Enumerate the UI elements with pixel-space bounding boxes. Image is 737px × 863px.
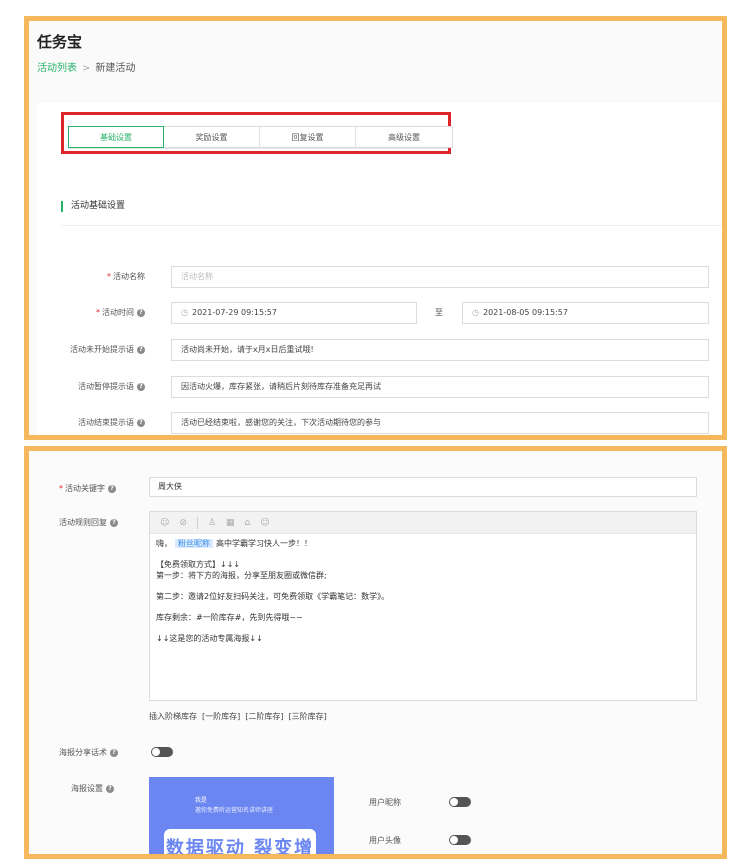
help-icon[interactable]: ? bbox=[137, 308, 145, 317]
activity-name-input[interactable]: 活动名称 bbox=[171, 266, 709, 288]
editor-toolbar: ☺ ⊘ ♙ ▦ ⌂ ☺ bbox=[150, 512, 696, 534]
clock-icon: ◷ bbox=[472, 308, 479, 317]
keyword-label: * 活动关键字? bbox=[59, 483, 116, 494]
keyword-label-text: 活动关键字 bbox=[65, 484, 105, 493]
form-row-ended: 活动结束提示语? 活动已经结束啦，感谢您的关注，下次活动期待您的参与 bbox=[37, 412, 722, 434]
section-title: 活动基础设置 bbox=[61, 201, 125, 212]
bottom-screenshot-panel: * 活动关键字? 周大侠 活动规则回复? ☺ ⊘ ♙ ▦ ⌂ ☺ 嗨， 粉丝昵称 高中… bbox=[24, 446, 727, 859]
start-time-input[interactable]: ◷ 2021-07-29 09:15:57 bbox=[171, 302, 417, 324]
top-screenshot-panel: 任务宝 活动列表 > 新建活动 基础设置 奖励设置 回复设置 高级设置 活动基础设置… bbox=[24, 16, 727, 440]
user-nickname-toggle[interactable] bbox=[449, 797, 471, 807]
clock-icon: ◷ bbox=[181, 308, 188, 317]
name-label: * 活动名称 bbox=[107, 266, 145, 288]
name-label-text: 活动名称 bbox=[113, 272, 145, 281]
smile-icon[interactable]: ☺ bbox=[160, 518, 169, 528]
breadcrumb: 活动列表 > 新建活动 bbox=[37, 59, 135, 74]
insert-stock-tier-2[interactable]: [二阶库存] bbox=[245, 712, 283, 721]
tab-reward-settings[interactable]: 奖励设置 bbox=[164, 127, 260, 147]
toolbar-divider bbox=[196, 516, 198, 529]
tab-basic-settings[interactable]: 基础设置 bbox=[68, 126, 164, 148]
ended-label: 活动结束提示语? bbox=[78, 412, 145, 434]
tab-advanced-settings[interactable]: 高级设置 bbox=[356, 127, 452, 147]
reply-line-4: 第二步：邀请2位好友扫码关注，可免费领取《学霸笔记：数学》。 bbox=[156, 592, 390, 601]
app-title: 任务宝 bbox=[37, 33, 83, 51]
reply-line-2: 【免费领取方式】↓↓↓ bbox=[156, 560, 241, 569]
help-icon[interactable]: ? bbox=[110, 748, 118, 757]
form-row-time: * 活动时间? ◷ 2021-07-29 09:15:57 至 ◷ 2021-08-0… bbox=[37, 302, 722, 324]
poster-settings-label-text: 海报设置 bbox=[71, 784, 103, 793]
not-started-message-input[interactable]: 活动尚未开始，请于x月x日后重试哦! bbox=[171, 339, 709, 361]
reply-line-5: 库存剩余：#一阶库存#，先到先得哦~~ bbox=[156, 613, 303, 622]
help-icon[interactable]: ? bbox=[108, 484, 116, 493]
time-range-separator: 至 bbox=[435, 308, 443, 317]
help-icon[interactable]: ? bbox=[110, 518, 118, 527]
time-label: * 活动时间? bbox=[96, 302, 145, 324]
paused-message-input[interactable]: 因活动火爆，库存紧张，请稍后片刻待库存准备充足再试 bbox=[171, 376, 709, 398]
reply-line-1: 嗨， 粉丝昵称 高中学霸学习快人一步！！ bbox=[156, 538, 690, 549]
user-avatar-option-label: 用户头像 bbox=[369, 836, 401, 845]
poster-intro: 我是 bbox=[195, 797, 208, 804]
share-text-toggle[interactable] bbox=[151, 747, 173, 757]
nickname-tag[interactable]: 粉丝昵称 bbox=[175, 539, 213, 548]
help-icon[interactable]: ? bbox=[137, 345, 145, 354]
reply-line-1-text: 高中学霸学习快人一步！！ bbox=[216, 539, 312, 548]
emoji-icon[interactable]: ☺ bbox=[260, 518, 269, 528]
end-time-input[interactable]: ◷ 2021-08-05 09:15:57 bbox=[462, 302, 709, 324]
rule-reply-label: 活动规则回复? bbox=[59, 517, 118, 528]
share-text-label: 海报分享话术? bbox=[59, 747, 118, 758]
settings-tabs: 基础设置 奖励设置 回复设置 高级设置 bbox=[68, 126, 453, 148]
tabs-underline bbox=[68, 148, 448, 149]
insert-stock-row: 插入阶梯库存 [一阶库存] [二阶库存] [三阶库存] bbox=[149, 711, 332, 722]
time-label-text: 活动时间 bbox=[102, 308, 134, 317]
required-mark: * bbox=[59, 484, 63, 493]
help-icon[interactable]: ? bbox=[137, 382, 145, 391]
user-icon[interactable]: ♙ bbox=[208, 518, 216, 528]
paused-label-text: 活动暂停提示语 bbox=[78, 382, 134, 391]
form-row-paused: 活动暂停提示语? 因活动火爆，库存紧张，请稍后片刻待库存准备充足再试 bbox=[37, 376, 722, 398]
insert-stock-tier-1[interactable]: [一阶库存] bbox=[202, 712, 240, 721]
image-icon[interactable]: ▦ bbox=[226, 518, 235, 528]
rule-reply-editor[interactable]: ☺ ⊘ ♙ ▦ ⌂ ☺ 嗨， 粉丝昵称 高中学霸学习快人一步！！ 【免费领取方式】↓… bbox=[149, 511, 697, 701]
reply-greeting: 嗨， bbox=[156, 539, 172, 548]
tab-reply-settings[interactable]: 回复设置 bbox=[260, 127, 356, 147]
breadcrumb-activity-list[interactable]: 活动列表 bbox=[37, 63, 77, 74]
insert-stock-label: 插入阶梯库存 bbox=[149, 712, 197, 721]
paused-label: 活动暂停提示语? bbox=[78, 376, 145, 398]
section-divider bbox=[61, 225, 722, 226]
form-row-name: * 活动名称 活动名称 bbox=[37, 266, 722, 288]
required-mark: * bbox=[107, 272, 111, 281]
start-time-value: 2021-07-29 09:15:57 bbox=[191, 308, 277, 317]
end-time-value: 2021-08-05 09:15:57 bbox=[482, 308, 568, 317]
user-avatar-toggle[interactable] bbox=[449, 835, 471, 845]
poster-invite-text: 邀你免费听运营知名讲师讲座 bbox=[195, 807, 274, 814]
help-icon[interactable]: ? bbox=[106, 784, 114, 793]
breadcrumb-separator: > bbox=[82, 63, 91, 74]
ended-label-text: 活动结束提示语 bbox=[78, 418, 134, 427]
user-nickname-option-label: 用户昵称 bbox=[369, 798, 401, 807]
share-text-label-text: 海报分享话术 bbox=[59, 748, 107, 757]
rule-reply-label-text: 活动规则回复 bbox=[59, 518, 107, 527]
required-mark: * bbox=[96, 308, 100, 317]
poster-headline: 数据驱动 裂变增长 bbox=[164, 829, 316, 854]
poster-preview[interactable]: 我是 邀你免费听运营知名讲师讲座 数据驱动 裂变增长 bbox=[149, 777, 334, 854]
not-started-label: 活动未开始提示语? bbox=[70, 339, 145, 361]
keyword-input[interactable]: 周大侠 bbox=[149, 477, 697, 497]
insert-stock-tier-3[interactable]: [三阶库存] bbox=[289, 712, 327, 721]
help-icon[interactable]: ? bbox=[137, 418, 145, 427]
miniapp-icon[interactable]: ⌂ bbox=[245, 518, 251, 528]
reply-line-6: ↓↓这是您的活动专属海报↓↓ bbox=[156, 634, 263, 643]
not-started-label-text: 活动未开始提示语 bbox=[70, 345, 134, 354]
breadcrumb-current: 新建活动 bbox=[95, 63, 136, 74]
form-row-not-started: 活动未开始提示语? 活动尚未开始，请于x月x日后重试哦! bbox=[37, 339, 722, 361]
editor-body[interactable]: 嗨， 粉丝昵称 高中学霸学习快人一步！！ 【免费领取方式】↓↓↓ 第一步：将下方的海… bbox=[150, 534, 696, 648]
form-card: 基础设置 奖励设置 回复设置 高级设置 活动基础设置 * 活动名称 活动名称 * 活… bbox=[37, 103, 722, 435]
ended-message-input[interactable]: 活动已经结束啦，感谢您的关注，下次活动期待您的参与 bbox=[171, 412, 709, 434]
poster-settings-label: 海报设置? bbox=[71, 783, 114, 794]
reply-line-3: 第一步：将下方的海报，分享至朋友圈或微信群; bbox=[156, 571, 327, 580]
link-icon[interactable]: ⊘ bbox=[179, 518, 187, 528]
